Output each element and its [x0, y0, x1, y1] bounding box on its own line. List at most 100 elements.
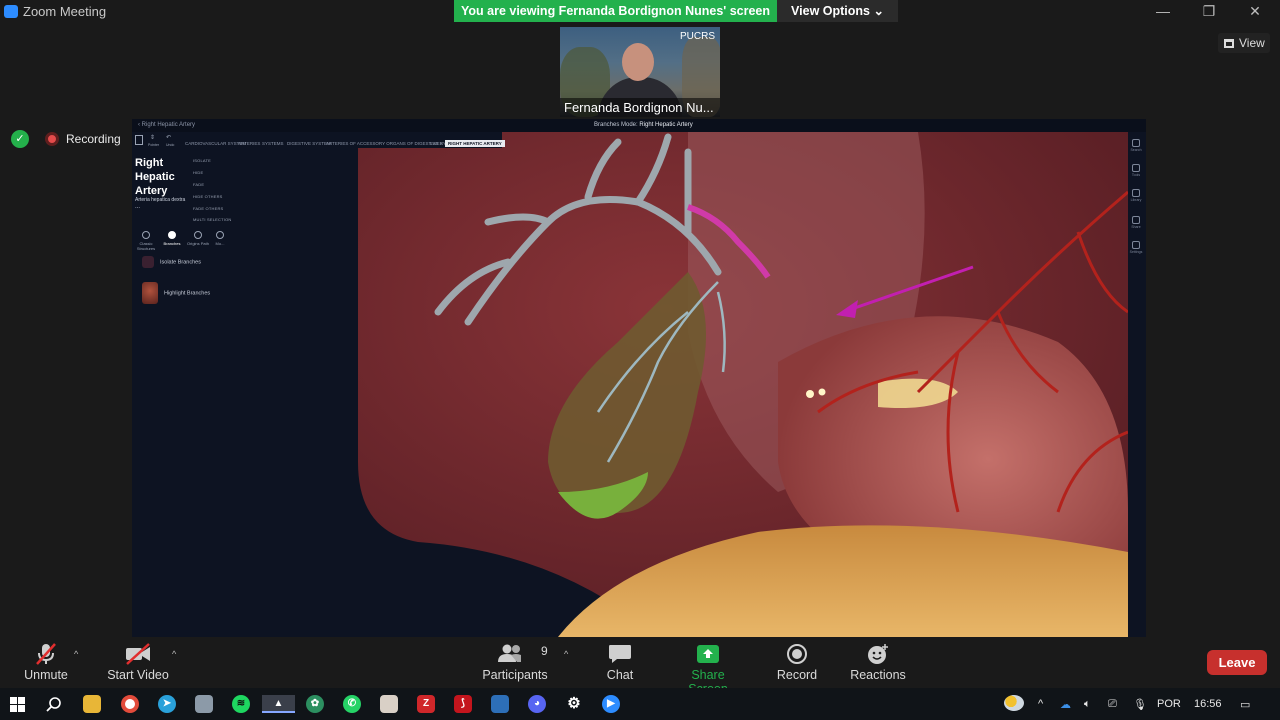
meeting-toolbar: Unmute ^ Start Video ^ 9 Participants ^ …: [0, 637, 1280, 696]
weather-icon[interactable]: [1004, 695, 1024, 711]
chevron-up-icon[interactable]: ^: [1038, 698, 1043, 710]
option-fade-others[interactable]: FADE OTHERS: [193, 206, 223, 211]
undo-icon[interactable]: ↶: [166, 134, 171, 141]
pointer-icon[interactable]: ⇕: [150, 134, 155, 141]
file-explorer-icon[interactable]: [83, 695, 101, 713]
pointer-tool-label: Pointer: [148, 143, 160, 147]
video-options-caret[interactable]: ^: [172, 649, 176, 659]
library-icon[interactable]: Library: [1129, 189, 1143, 202]
recording-icon: [45, 132, 59, 146]
clock[interactable]: 16:56: [1194, 698, 1222, 710]
spotify-icon[interactable]: ≋: [232, 695, 250, 713]
structure-latin-name: Arteria hepatica dextra: [135, 197, 186, 203]
restore-icon[interactable]: ❐: [1200, 2, 1218, 20]
mic-muted-icon: [33, 643, 59, 665]
onedrive-icon[interactable]: ☁: [1060, 698, 1071, 711]
whatsapp-icon[interactable]: ✆: [343, 695, 361, 713]
cursor-dot: [818, 388, 826, 396]
start-video-button[interactable]: Start Video: [104, 643, 172, 682]
chrome-icon[interactable]: [121, 695, 139, 713]
option-hide-others[interactable]: HIDE OTHERS: [193, 194, 223, 199]
record-button[interactable]: Record: [776, 643, 818, 682]
participants-icon: 9: [495, 643, 548, 665]
leave-button[interactable]: Leave: [1207, 650, 1267, 675]
nav-tab[interactable]: LIVER: [430, 141, 443, 146]
figure-icon: [216, 231, 224, 239]
shield-check-icon[interactable]: ✓: [11, 130, 29, 148]
minimize-icon[interactable]: —: [1154, 2, 1172, 20]
isolate-branches-action[interactable]: Isolate Branches: [142, 256, 201, 268]
zoom-icon[interactable]: ▶: [602, 695, 620, 713]
participants-count: 9: [541, 644, 548, 658]
participant-video[interactable]: PUCRS Fernanda Bordignon Nu...: [560, 27, 720, 117]
mode-classic-structures[interactable]: Classic Structures: [134, 231, 158, 251]
option-multi-selection[interactable]: MULTI SELECTION: [193, 217, 232, 222]
microphone-icon[interactable]: 🎙︎: [1133, 698, 1147, 711]
option-isolate[interactable]: ISOLATE: [193, 158, 211, 163]
network-icon[interactable]: ⎚: [1108, 698, 1117, 711]
nav-tab-active[interactable]: RIGHT HEPATIC ARTERY: [445, 140, 505, 147]
pin-icon[interactable]: [135, 135, 143, 145]
zoom-app-icon: [4, 5, 18, 18]
view-layout-button[interactable]: View: [1218, 33, 1270, 53]
grid-icon: [1224, 39, 1234, 48]
close-icon[interactable]: ✕: [1246, 2, 1264, 20]
isolate-thumbnail: [142, 256, 154, 268]
view-options-button[interactable]: View Options ⌄: [777, 0, 898, 22]
participant-name: Fernanda Bordignon Nu...: [560, 98, 720, 117]
active-app-icon[interactable]: ▲: [262, 695, 295, 713]
mode-label: Branches Mode: Right Hepatic Artery: [594, 122, 693, 128]
mode-origins-path[interactable]: Origins Path: [186, 231, 210, 246]
language-indicator[interactable]: POR: [1157, 698, 1181, 710]
breadcrumb[interactable]: ‹ Right Hepatic Artery: [138, 122, 195, 128]
search-icon[interactable]: Search: [1129, 139, 1143, 152]
chat-button[interactable]: Chat: [602, 643, 638, 682]
window-title: Zoom Meeting: [23, 4, 107, 19]
viewing-screen-banner: You are viewing Fernanda Bordignon Nunes…: [454, 0, 777, 22]
windows-start-icon[interactable]: [10, 697, 25, 712]
structure-title: Right Hepatic Artery: [135, 157, 175, 197]
audio-options-caret[interactable]: ^: [74, 649, 78, 659]
tools-icon[interactable]: Tools: [1129, 164, 1143, 177]
recording-label: Recording: [66, 132, 121, 146]
nav-tab[interactable]: SYSTEMS: [262, 141, 284, 146]
settings-icon[interactable]: Settings: [1129, 241, 1143, 254]
unmute-button[interactable]: Unmute: [18, 643, 74, 682]
app-icon[interactable]: [380, 695, 398, 713]
view-options-label: View Options: [791, 4, 870, 18]
highlight-branches-action[interactable]: Highlight Branches: [142, 282, 210, 304]
share-icon[interactable]: Share: [1129, 216, 1143, 229]
app-icon[interactable]: [195, 695, 213, 713]
video-off-icon: [125, 643, 151, 665]
option-hide[interactable]: HIDE: [193, 170, 203, 175]
speaker-icon[interactable]: 🔈︎: [1084, 698, 1091, 711]
notifications-icon[interactable]: ▭: [1240, 698, 1250, 711]
anatomy-3d-view[interactable]: [358, 132, 1128, 637]
participants-options-caret[interactable]: ^: [564, 649, 568, 659]
window-title-bar: Zoom Meeting You are viewing Fernanda Bo…: [0, 0, 1280, 23]
participants-button[interactable]: 9 Participants: [482, 643, 548, 682]
mode-more[interactable]: Mo...: [208, 231, 232, 246]
discord-icon[interactable]: ◕: [528, 695, 546, 713]
structure-more[interactable]: ...: [135, 204, 140, 210]
reactions-button[interactable]: Reactions: [850, 643, 906, 682]
search-icon[interactable]: [46, 696, 62, 712]
settings-icon[interactable]: ⚙: [565, 695, 583, 713]
share-screen-icon: [695, 643, 721, 665]
nav-tab[interactable]: ARTERIES: [238, 141, 260, 146]
cursor-dot: [806, 390, 814, 398]
app-header: ‹ Right Hepatic Artery Branches Mode: Ri…: [132, 119, 1146, 132]
mode-branches[interactable]: Branches: [160, 231, 184, 246]
browser-icon[interactable]: ✿: [306, 695, 324, 713]
chat-label: Chat: [606, 668, 634, 682]
telegram-icon[interactable]: ➤: [158, 695, 176, 713]
option-fade[interactable]: FADE: [193, 182, 204, 187]
photos-icon[interactable]: [491, 695, 509, 713]
windows-taskbar: ➤ ≋ ▲ ✿ ✆ Z ⟆ ◕ ⚙ ▶ ^ ☁ 🔈︎ ⎚ 🎙︎ POR 16:5…: [0, 688, 1280, 720]
shared-screen[interactable]: ‹ Right Hepatic Artery Branches Mode: Ri…: [132, 119, 1146, 637]
filezilla-icon[interactable]: Z: [417, 695, 435, 713]
acrobat-icon[interactable]: ⟆: [454, 695, 472, 713]
view-label: View: [1239, 36, 1265, 50]
nav-tab[interactable]: DIGESTIVE SYSTEM: [287, 141, 331, 146]
nav-tab[interactable]: CARDIOVASCULAR SYSTEM: [185, 141, 246, 146]
